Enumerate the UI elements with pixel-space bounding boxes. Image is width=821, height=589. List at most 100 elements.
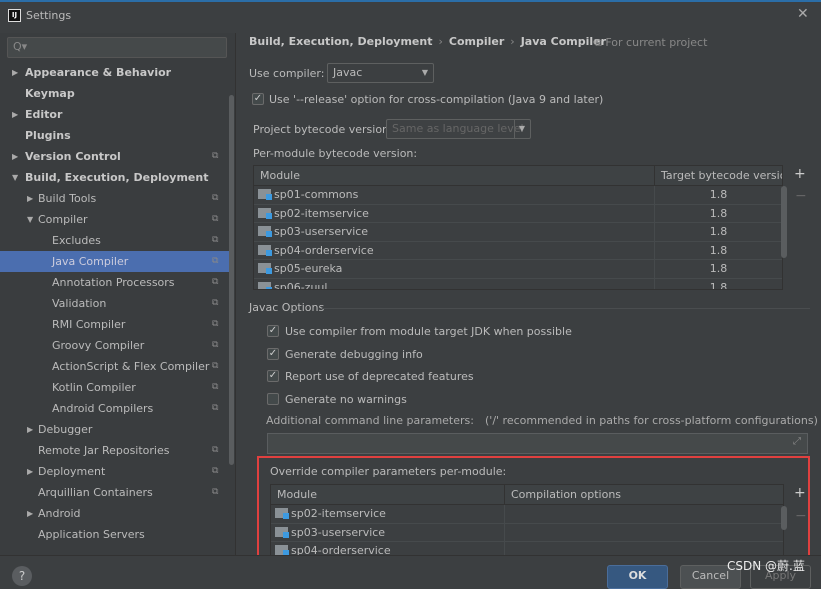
tree-item[interactable]: Kotlin Compiler ⧉: [0, 377, 229, 398]
triangle-down-icon[interactable]: ▼: [12, 167, 18, 188]
tree-item[interactable]: Annotation Processors ⧉: [0, 272, 229, 293]
tree-item-label: RMI Compiler: [52, 318, 126, 331]
project-scope-icon: ⧉: [212, 361, 219, 371]
tree-item-label: Java Compiler: [52, 255, 129, 268]
scope-label: ⧉ For current project: [594, 36, 708, 49]
tree-item[interactable]: Java Compiler ⧉: [0, 251, 229, 272]
triangle-right-icon[interactable]: ▶: [27, 419, 33, 440]
tree-item-label: Debugger: [38, 423, 93, 436]
tree-item[interactable]: ▶ Deployment ⧉: [0, 461, 229, 482]
chevron-down-icon: ▼: [421, 68, 428, 77]
tree-item[interactable]: Validation ⧉: [0, 293, 229, 314]
tree-item[interactable]: ▼ Compiler ⧉: [0, 209, 229, 230]
project-scope-icon: ⧉: [212, 487, 219, 497]
triangle-right-icon[interactable]: ▶: [12, 104, 18, 125]
help-button[interactable]: ?: [12, 566, 32, 586]
tree-item-label: Build Tools: [38, 192, 97, 205]
module-cell: sp01-commons: [258, 186, 358, 204]
tree-item-label: Excludes: [52, 234, 101, 247]
module-name: sp05-eureka: [274, 262, 343, 275]
tree-item[interactable]: RMI Compiler ⧉: [0, 314, 229, 335]
tree-item-label: Application Servers: [38, 528, 145, 541]
expand-icon[interactable]: ⤢: [793, 436, 801, 447]
table-row[interactable]: sp06-zuul 1.8: [254, 278, 782, 289]
title-bar: [0, 0, 821, 33]
triangle-down-icon[interactable]: ▼: [27, 209, 33, 230]
tree-item-label: Build, Execution, Deployment: [25, 171, 209, 184]
chevron-right-icon: ›: [438, 35, 443, 48]
table-row[interactable]: sp01-commons 1.8: [254, 186, 782, 205]
tree-item[interactable]: ▶ Appearance & Behavior: [0, 62, 229, 83]
column-header[interactable]: Module: [260, 166, 300, 185]
tree-item-label: Plugins: [25, 129, 71, 142]
breadcrumb-item[interactable]: Build, Execution, Deployment: [249, 35, 432, 48]
tree-item[interactable]: ▶ Build Tools ⧉: [0, 188, 229, 209]
tree-item[interactable]: ▶ Editor: [0, 104, 229, 125]
search-input[interactable]: Q▾: [7, 37, 227, 58]
triangle-right-icon[interactable]: ▶: [27, 188, 33, 209]
tree-item[interactable]: ▶ Debugger: [0, 419, 229, 440]
value-cell[interactable]: 1.8: [654, 241, 782, 259]
value-cell[interactable]: 1.8: [654, 278, 782, 289]
sidebar-scrollbar[interactable]: [229, 95, 234, 465]
per-module-label: Per-module bytecode version:: [253, 147, 418, 160]
value-cell[interactable]: 1.8: [654, 260, 782, 278]
tree-item[interactable]: Excludes ⧉: [0, 230, 229, 251]
module-folder-icon: [258, 263, 272, 274]
table-row[interactable]: sp04-orderservice 1.8: [254, 241, 782, 260]
tree-item[interactable]: Application Servers: [0, 524, 229, 545]
release-option-checkbox[interactable]: ✓: [252, 93, 264, 105]
tree-item-label: Annotation Processors: [52, 276, 175, 289]
tree-item-label: Kotlin Compiler: [52, 381, 136, 394]
option-checkbox[interactable]: ✓: [267, 347, 279, 360]
add-icon[interactable]: +: [794, 166, 806, 182]
table-row[interactable]: sp05-eureka 1.8: [254, 260, 782, 279]
additional-params-label: Additional command line parameters:: [266, 414, 474, 427]
column-header[interactable]: Target bytecode version: [654, 166, 782, 185]
option-label: Use compiler from module target JDK when…: [285, 325, 572, 338]
tree-item[interactable]: Keymap: [0, 83, 229, 104]
module-name: sp03-userservice: [274, 225, 369, 238]
tree-item[interactable]: Plugins: [0, 125, 229, 146]
option-checkbox[interactable]: ✓: [267, 370, 279, 382]
triangle-right-icon[interactable]: ▶: [12, 62, 18, 83]
table-row[interactable]: sp02-itemservice 1.8: [254, 204, 782, 223]
value-cell[interactable]: 1.8: [654, 204, 782, 222]
tree-item[interactable]: Remote Jar Repositories ⧉: [0, 440, 229, 461]
breadcrumb-item[interactable]: Compiler: [449, 35, 504, 48]
tree-item-label: Arquillian Containers: [38, 486, 153, 499]
tree-item[interactable]: ▶ Version Control ⧉: [0, 146, 229, 167]
triangle-right-icon[interactable]: ▶: [27, 503, 33, 524]
module-folder-icon: [258, 281, 272, 289]
tree-item[interactable]: Arquillian Containers ⧉: [0, 482, 229, 503]
module-folder-icon: [258, 207, 272, 219]
table-row[interactable]: sp03-userservice 1.8: [254, 223, 782, 242]
tree-item-label: Android Compilers: [52, 402, 154, 415]
tree-item-label: Groovy Compiler: [52, 339, 145, 352]
tree-item[interactable]: ActionScript & Flex Compiler ⧉: [0, 356, 229, 377]
option-checkbox[interactable]: [267, 392, 279, 405]
tree-item[interactable]: ▶ Android: [0, 503, 229, 524]
triangle-right-icon[interactable]: ▶: [27, 461, 33, 482]
tree-item-label: ActionScript & Flex Compiler: [52, 360, 210, 373]
option-label: Generate no warnings: [285, 392, 407, 406]
tree-item[interactable]: ▼ Build, Execution, Deployment: [0, 167, 229, 188]
remove-icon[interactable]: −: [795, 188, 807, 204]
table-scrollbar[interactable]: [781, 186, 787, 258]
value-cell[interactable]: 1.8: [654, 223, 782, 241]
tree-item-label: Remote Jar Repositories: [38, 444, 170, 457]
option-checkbox[interactable]: ✓: [267, 325, 279, 337]
triangle-right-icon[interactable]: ▶: [12, 146, 18, 167]
close-icon[interactable]: ✕: [797, 6, 809, 22]
ok-button[interactable]: OK: [607, 565, 668, 589]
module-name: sp01-commons: [274, 188, 359, 201]
tree-item[interactable]: Groovy Compiler ⧉: [0, 335, 229, 356]
project-scope-icon: ⧉: [212, 403, 219, 413]
tree-item-label: Compiler: [38, 213, 88, 226]
value-cell[interactable]: 1.8: [654, 186, 782, 204]
additional-params-input[interactable]: ⤢: [267, 433, 808, 454]
project-scope-icon: ⧉: [212, 445, 219, 455]
project-bytecode-select[interactable]: Same as language level ▼: [386, 119, 531, 139]
tree-item[interactable]: Android Compilers ⧉: [0, 398, 229, 419]
use-compiler-select[interactable]: Javac ▼: [327, 63, 434, 83]
